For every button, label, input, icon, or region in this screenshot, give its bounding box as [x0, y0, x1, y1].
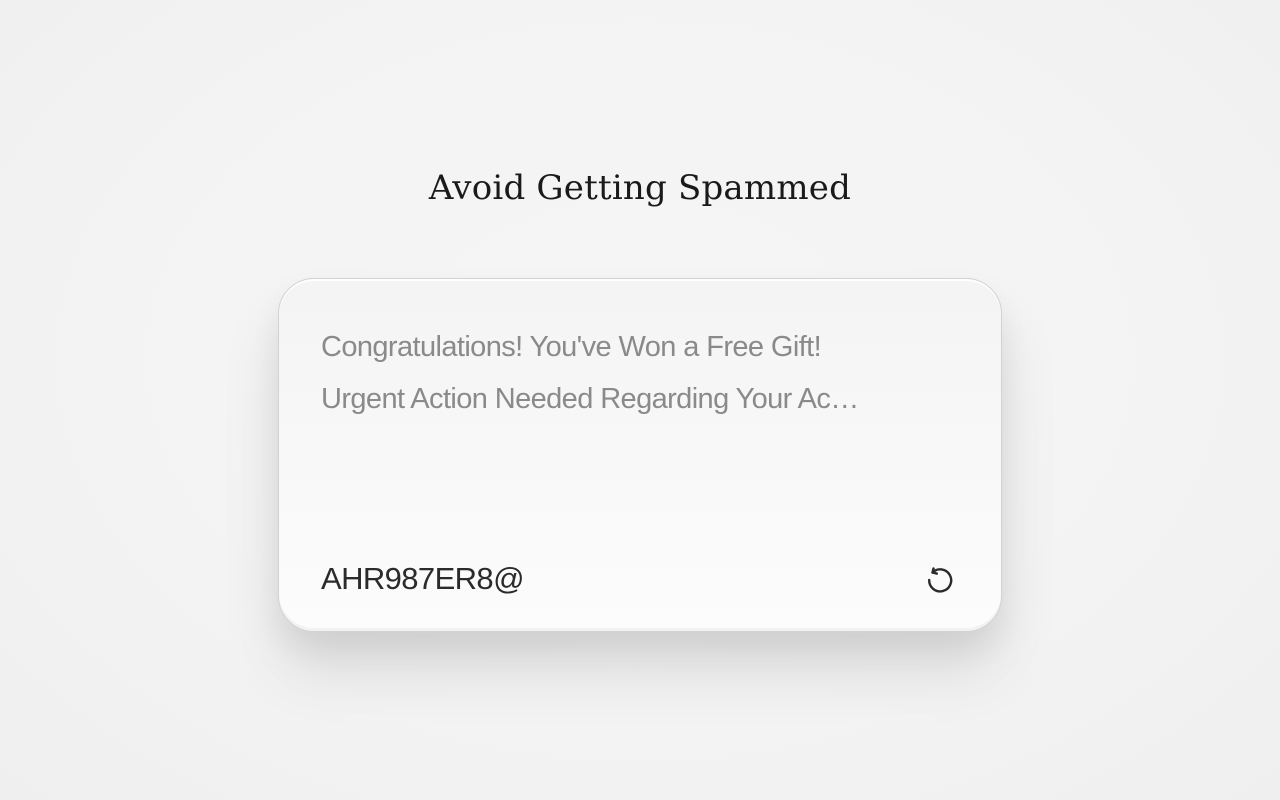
email-subject-item[interactable]: Congratulations! You've Won a Free Gift! [321, 321, 961, 373]
refresh-button[interactable] [921, 563, 957, 599]
page-title: Avoid Getting Spammed [428, 168, 852, 208]
email-address: AHR987ER8@ [321, 561, 525, 596]
refresh-icon [927, 567, 953, 593]
email-subject-item[interactable]: Urgent Action Needed Regarding Your Ac… [321, 373, 961, 425]
email-subject-list: Congratulations! You've Won a Free Gift!… [321, 321, 961, 425]
temp-email-card: Congratulations! You've Won a Free Gift!… [278, 278, 1002, 632]
